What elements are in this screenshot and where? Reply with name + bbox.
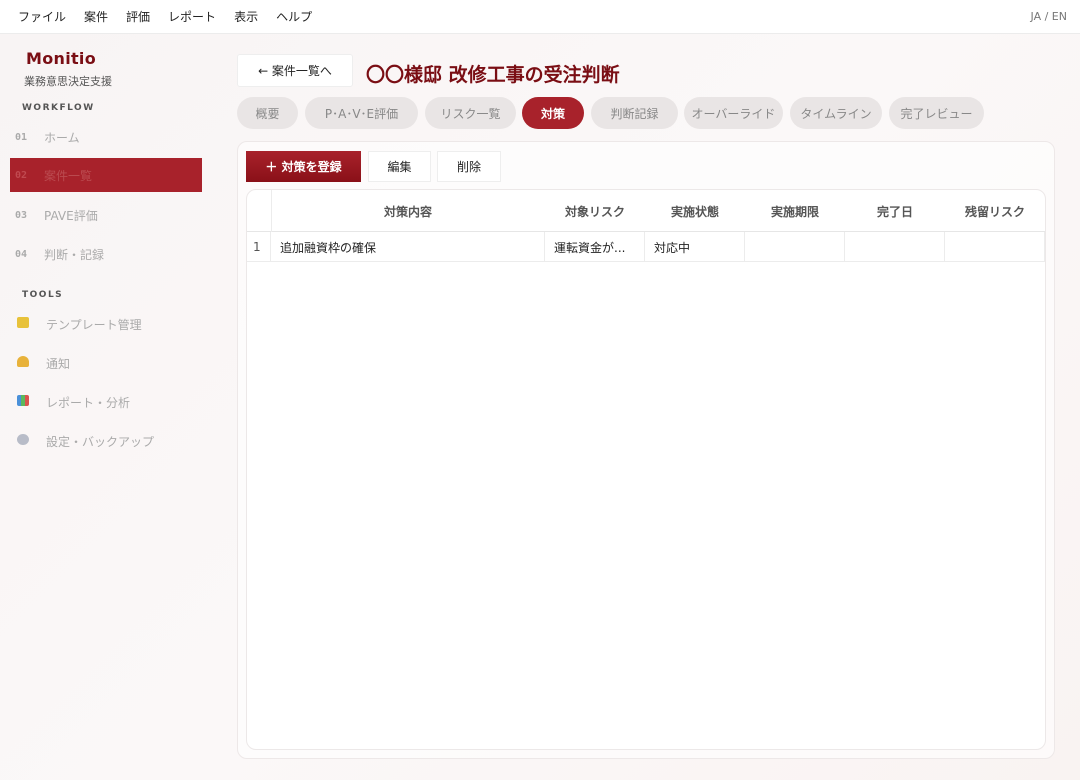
menu-file[interactable]: ファイル <box>18 8 66 25</box>
folder-icon <box>10 317 46 331</box>
tab-countermeasures[interactable]: 対策 <box>522 97 584 129</box>
gear-icon <box>10 434 46 448</box>
language-toggle[interactable]: JA / EN <box>1031 10 1067 23</box>
sidebar: Monitio 業務意思決定支援 WORKFLOW 01 ホーム 02 案件一覧… <box>0 34 215 780</box>
menu-report[interactable]: レポート <box>168 8 216 25</box>
sidebar-item-label: 案件一覧 <box>44 168 93 183</box>
column-header-content[interactable]: 対策内容 <box>271 190 545 232</box>
add-countermeasure-button[interactable]: ＋ 対策を登録 <box>246 151 361 182</box>
column-header-done[interactable]: 完了日 <box>845 190 945 232</box>
column-header-risk[interactable]: 対象リスク <box>545 190 645 232</box>
page-title: 〇〇様邸 改修工事の受注判断 <box>366 64 620 86</box>
sidebar-item-templates[interactable]: テンプレート管理 <box>10 307 202 341</box>
delete-button[interactable]: 削除 <box>437 151 501 182</box>
menu-bar: ファイル 案件 評価 レポート 表示 ヘルプ JA / EN <box>0 0 1080 34</box>
column-header-residual[interactable]: 残留リスク <box>945 190 1045 232</box>
brand-logo: Monitio <box>26 49 97 68</box>
sidebar-item-label: 設定・バックアップ <box>46 434 155 449</box>
nav-number: 03 <box>15 209 28 221</box>
tab-completion-review[interactable]: 完了レビュー <box>889 97 984 129</box>
sidebar-item-label: レポート・分析 <box>46 395 131 410</box>
tab-timeline[interactable]: タイムライン <box>790 97 882 129</box>
cell-due <box>745 232 845 262</box>
bell-icon <box>10 356 46 370</box>
workflow-section-label: WORKFLOW <box>22 103 95 113</box>
column-header-status[interactable]: 実施状態 <box>645 190 745 232</box>
nav-number: 02 <box>15 169 28 181</box>
tools-section-label: TOOLS <box>22 290 64 300</box>
tab-pave-evaluation[interactable]: P･A･V･E評価 <box>305 97 418 129</box>
cell-risk: 運転資金が... <box>545 232 645 262</box>
chart-icon <box>10 395 46 409</box>
nav-number: 04 <box>15 248 28 260</box>
tab-overview[interactable]: 概要 <box>237 97 298 129</box>
sidebar-item-label: PAVE評価 <box>44 208 98 223</box>
edit-button[interactable]: 編集 <box>368 151 431 182</box>
sidebar-item-label: テンプレート管理 <box>46 317 142 332</box>
cell-status: 対応中 <box>645 232 745 262</box>
tab-risk-list[interactable]: リスク一覧 <box>425 97 516 129</box>
menu-help[interactable]: ヘルプ <box>276 8 312 25</box>
table-row[interactable]: 1 追加融資枠の確保 運転資金が... 対応中 <box>247 232 1045 262</box>
menu-case[interactable]: 案件 <box>84 8 108 25</box>
table-header: 対策内容 対象リスク 実施状態 実施期限 完了日 残留リスク <box>247 190 1045 232</box>
menu-view[interactable]: 表示 <box>234 8 258 25</box>
sidebar-item-home[interactable]: 01 ホーム <box>10 120 202 154</box>
sidebar-item-settings[interactable]: 設定・バックアップ <box>10 424 202 458</box>
sidebar-item-notifications[interactable]: 通知 <box>10 346 202 380</box>
sidebar-item-label: 通知 <box>46 356 71 371</box>
tab-override[interactable]: オーバーライド <box>684 97 783 129</box>
sidebar-item-case-list[interactable]: 02 案件一覧 <box>10 158 202 192</box>
cell-residual <box>945 232 1045 262</box>
column-header-due[interactable]: 実施期限 <box>745 190 845 232</box>
brand-subtitle: 業務意思決定支援 <box>24 75 112 88</box>
sidebar-item-reports[interactable]: レポート・分析 <box>10 385 202 419</box>
nav-number: 01 <box>15 131 28 143</box>
sidebar-item-label: ホーム <box>44 130 80 145</box>
menu-evaluation[interactable]: 評価 <box>126 8 150 25</box>
countermeasure-table: 対策内容 対象リスク 実施状態 実施期限 完了日 残留リスク 1 追加融資枠の確… <box>246 189 1046 750</box>
sidebar-item-label: 判断・記録 <box>44 247 105 262</box>
row-number: 1 <box>247 232 271 262</box>
sidebar-item-pave[interactable]: 03 PAVE評価 <box>10 198 202 232</box>
tab-decision-record[interactable]: 判断記録 <box>591 97 678 129</box>
back-to-case-list-button[interactable]: ← 案件一覧へ <box>237 54 353 87</box>
cell-done <box>845 232 945 262</box>
sidebar-item-decision[interactable]: 04 判断・記録 <box>10 237 202 271</box>
cell-content: 追加融資枠の確保 <box>271 232 545 262</box>
